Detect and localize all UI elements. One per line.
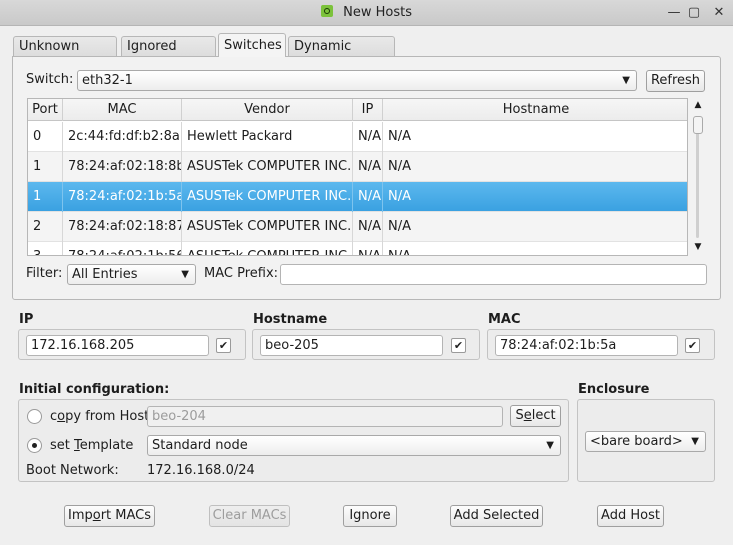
window-title: New Hosts	[343, 5, 412, 20]
minimize-icon[interactable]: —	[665, 4, 683, 22]
mac-cell: 78:24:af:02:1b:5a	[63, 182, 182, 212]
chevron-down-icon: ▼	[546, 440, 554, 451]
hostname-checkbox[interactable]: ✔	[451, 338, 466, 353]
boot-network-label: Boot Network:	[26, 463, 119, 478]
refresh-button[interactable]: Refresh	[646, 70, 705, 92]
mac-cell: 78:24:af:02:18:87	[63, 212, 182, 242]
table-row[interactable]: 378:24:af:02:1b:56ASUSTek COMPUTER INC.N…	[28, 242, 687, 255]
vendor-cell: ASUSTek COMPUTER INC.	[182, 212, 353, 242]
add-host-button[interactable]: Add Host	[597, 505, 664, 527]
table-row[interactable]: 1 78:24:af:02:1b:5a ASUSTek COMPUTER INC. N…	[28, 182, 687, 212]
mac-prefix-input[interactable]	[280, 264, 707, 285]
copy-from-host-label: copy from Host	[50, 409, 150, 424]
hostname-cell: N/A	[383, 122, 687, 152]
table-row[interactable]: 2 78:24:af:02:18:87 ASUSTek COMPUTER INC. N…	[28, 212, 687, 242]
hostname-label: Hostname	[253, 312, 328, 327]
mac-cell: 78:24:af:02:1b:56	[63, 242, 182, 255]
import-macs-button[interactable]: Import MACs	[64, 505, 155, 527]
ip-cell: N/A	[353, 152, 383, 182]
table-header: Port MAC Vendor IP Hostname	[28, 99, 687, 121]
hostname-cell: N/A	[383, 182, 687, 212]
hostname-cell: N/A	[383, 242, 687, 255]
table-scrollbar[interactable]: ▲ ▼	[692, 100, 704, 254]
mac-label: MAC	[488, 312, 521, 327]
vendor-cell: ASUSTek COMPUTER INC.	[182, 242, 353, 255]
port-cell: 1	[28, 182, 63, 212]
mac-prefix-label: MAC Prefix:	[204, 266, 279, 281]
column-header-mac[interactable]: MAC	[63, 99, 182, 121]
ip-label: IP	[19, 312, 34, 327]
hostname-cell: N/A	[383, 152, 687, 182]
scroll-down-icon[interactable]: ▼	[692, 242, 704, 252]
tab-switches[interactable]: Switches	[218, 33, 286, 57]
port-cell: 3	[28, 242, 63, 255]
mac-cell: 2c:44:fd:df:b2:8a	[63, 122, 182, 152]
port-cell: 0	[28, 122, 63, 152]
vendor-cell: ASUSTek COMPUTER INC.	[182, 182, 353, 212]
hostname-cell: N/A	[383, 212, 687, 242]
chevron-down-icon: ▼	[622, 75, 630, 86]
tab-unknown-macs[interactable]: Unknown MACs	[13, 36, 117, 74]
copy-from-host-radio[interactable]	[27, 409, 42, 424]
chevron-down-icon: ▼	[181, 269, 189, 280]
app-icon	[321, 5, 333, 17]
vendor-cell: ASUSTek COMPUTER INC.	[182, 152, 353, 182]
tab-dynamic-nodes[interactable]: Dynamic Nodes	[288, 36, 395, 74]
column-header-port[interactable]: Port	[28, 99, 63, 121]
column-header-hostname[interactable]: Hostname	[383, 99, 687, 121]
ignore-button[interactable]: Ignore	[343, 505, 397, 527]
copy-from-host-input[interactable]: beo-204	[147, 406, 503, 427]
template-select[interactable]: Standard node ▼	[147, 435, 561, 456]
ip-cell: N/A	[353, 122, 383, 152]
set-template-label: set Template	[50, 438, 134, 453]
ip-cell: N/A	[353, 182, 383, 212]
scrollbar-thumb[interactable]	[693, 116, 703, 134]
table-row[interactable]: 0 2c:44:fd:df:b2:8a Hewlett Packard N/A N/A	[28, 122, 687, 152]
chevron-down-icon: ▼	[691, 436, 699, 447]
add-selected-button[interactable]: Add Selected	[450, 505, 543, 527]
set-template-radio[interactable]	[27, 438, 42, 453]
mac-cell: 78:24:af:02:18:8b	[63, 152, 182, 182]
column-header-vendor[interactable]: Vendor	[182, 99, 353, 121]
ip-cell: N/A	[353, 212, 383, 242]
switch-ports-table[interactable]: Port MAC Vendor IP Hostname 0 2c:44:fd:df…	[27, 98, 688, 256]
ip-cell: N/A	[353, 242, 383, 255]
filter-label: Filter:	[26, 266, 63, 281]
filter-select[interactable]: All Entries ▼	[67, 264, 196, 285]
vendor-cell: Hewlett Packard	[182, 122, 353, 152]
ip-checkbox[interactable]: ✔	[216, 338, 231, 353]
mac-checkbox[interactable]: ✔	[685, 338, 700, 353]
select-host-button[interactable]: Select	[510, 405, 561, 427]
maximize-icon[interactable]: ▢	[685, 4, 703, 22]
ip-input[interactable]: 172.16.168.205	[26, 335, 209, 356]
close-icon[interactable]: ✕	[710, 4, 728, 22]
port-cell: 1	[28, 152, 63, 182]
column-header-ip[interactable]: IP	[353, 99, 383, 121]
enclosure-select[interactable]: <bare board> ▼	[585, 431, 706, 452]
table-row[interactable]: 1 78:24:af:02:18:8b ASUSTek COMPUTER INC. N…	[28, 152, 687, 182]
tab-ignored-macs[interactable]: Ignored MACs	[121, 36, 216, 74]
switch-select[interactable]: eth32-1 ▼	[77, 70, 637, 91]
boot-network-value: 172.16.168.0/24	[147, 463, 255, 478]
port-cell: 2	[28, 212, 63, 242]
scroll-up-icon[interactable]: ▲	[692, 100, 704, 110]
mac-input[interactable]: 78:24:af:02:1b:5a	[495, 335, 678, 356]
clear-macs-button[interactable]: Clear MACs	[209, 505, 290, 527]
hostname-input[interactable]: beo-205	[260, 335, 443, 356]
switch-label: Switch:	[26, 72, 74, 87]
initial-configuration-label: Initial configuration:	[19, 382, 170, 397]
enclosure-label: Enclosure	[578, 382, 650, 397]
title-bar: New Hosts — ▢ ✕	[0, 0, 733, 26]
